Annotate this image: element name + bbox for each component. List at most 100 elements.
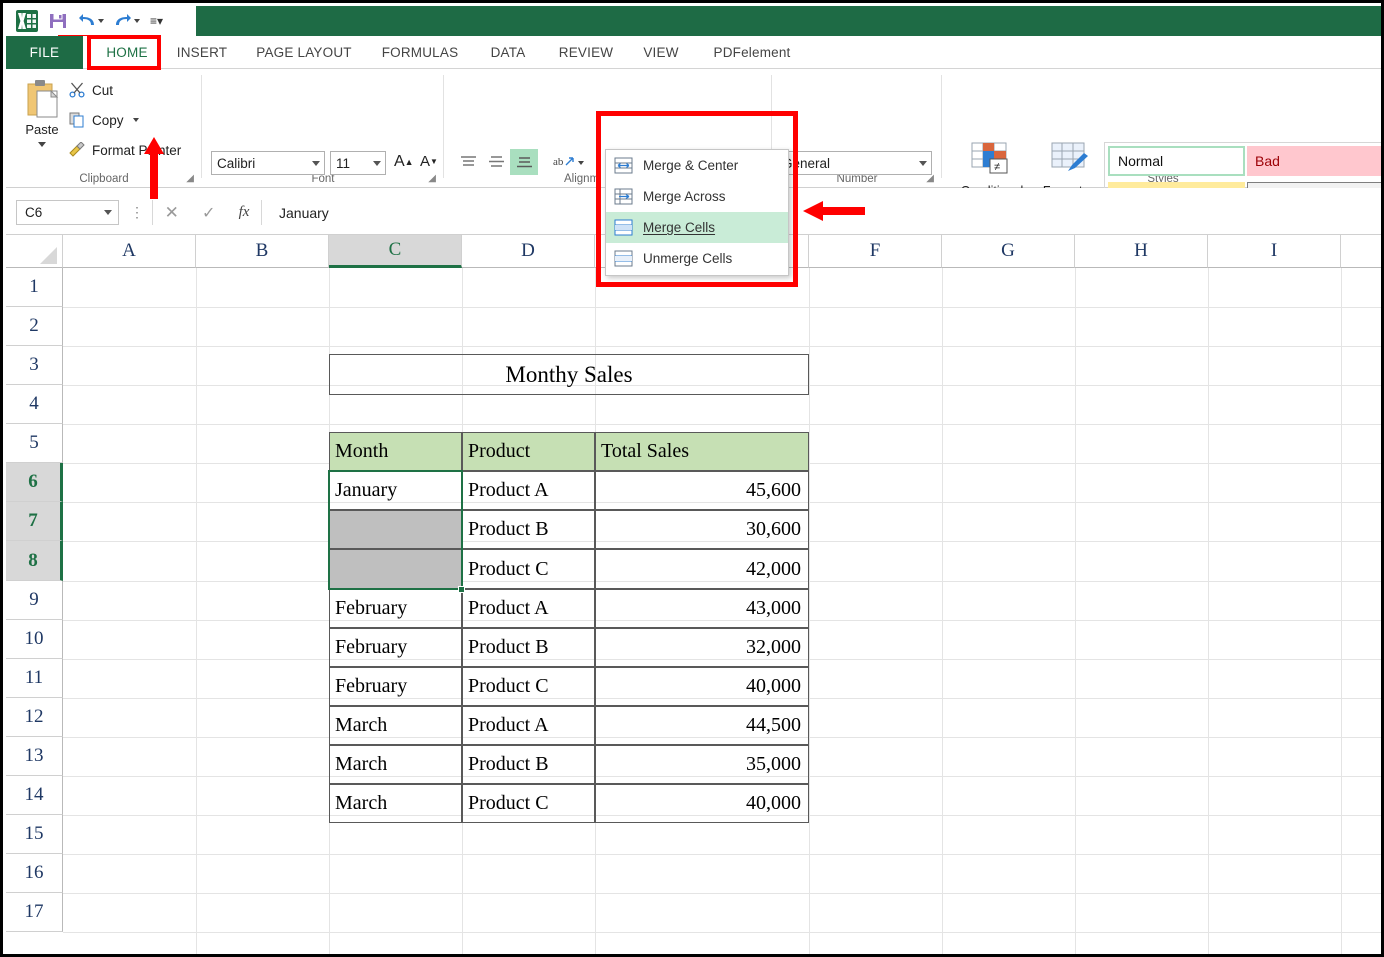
menu-item-merge-cells[interactable]: Merge Cells [606,212,788,243]
column-header-g[interactable]: G [942,235,1075,268]
tab-page-layout[interactable]: PAGE LAYOUT [242,36,366,69]
cut-button[interactable]: Cut [68,81,113,99]
cell-c14-month[interactable]: March [329,784,462,823]
cell-c11-month[interactable]: February [329,667,462,706]
cell-c7-month[interactable] [329,510,462,549]
clipboard-dialog-launcher-icon[interactable]: ◢ [186,173,194,184]
row-header-16[interactable]: 16 [6,854,63,893]
cell-d8-product[interactable]: Product C [462,549,595,589]
menu-item-merge-across[interactable]: Merge Across [606,181,788,212]
copy-button[interactable]: Copy [68,111,139,129]
number-format-caret-icon[interactable] [919,161,927,166]
row-header-12[interactable]: 12 [6,698,63,737]
column-header-c[interactable]: C [329,235,462,268]
cell-c13-month[interactable]: March [329,745,462,784]
tab-data[interactable]: DATA [476,36,540,69]
selection-fill-handle[interactable] [458,586,465,593]
insert-function-icon[interactable]: fx [239,204,250,221]
cell-d11-product[interactable]: Product C [462,667,595,706]
tab-view[interactable]: VIEW [632,36,690,69]
number-format-combo[interactable]: General [776,151,932,175]
row-header-10[interactable]: 10 [6,620,63,659]
cell-header-month[interactable]: Month [329,432,462,471]
grow-font-icon[interactable]: A ▲ [394,153,414,171]
column-header-j[interactable] [1341,235,1381,268]
align-bottom-icon[interactable] [510,149,538,175]
save-icon[interactable] [48,11,68,31]
font-size-combo[interactable]: 11 [330,151,386,175]
row-header-4[interactable]: 4 [6,385,63,424]
column-header-i[interactable]: I [1208,235,1341,268]
cancel-icon[interactable]: ✕ [165,203,179,223]
cell-e14-sales[interactable]: 40,000 [595,784,809,823]
row-header-11[interactable]: 11 [6,659,63,698]
tab-home[interactable]: HOME [94,36,160,69]
cell-d13-product[interactable]: Product B [462,745,595,784]
row-header-7[interactable]: 7 [6,502,63,541]
cell-e7-sales[interactable]: 30,600 [595,510,809,549]
cell-c12-month[interactable]: March [329,706,462,745]
cell-e11-sales[interactable]: 40,000 [595,667,809,706]
column-header-f[interactable]: F [809,235,942,268]
cell-e8-sales[interactable]: 42,000 [595,549,809,589]
row-header-9[interactable]: 9 [6,581,63,620]
row-header-17[interactable]: 17 [6,893,63,932]
column-header-h[interactable]: H [1075,235,1208,268]
name-box[interactable]: C6 [16,200,119,225]
cell-e9-sales[interactable]: 43,000 [595,589,809,628]
menu-item-merge-center[interactable]: Merge & Center [606,150,788,181]
enter-icon[interactable]: ✓ [202,203,215,223]
cell-c9-month[interactable]: February [329,589,462,628]
tab-formulas[interactable]: FORMULAS [368,36,472,69]
row-header-1[interactable]: 1 [6,268,63,307]
cell-d10-product[interactable]: Product B [462,628,595,667]
menu-item-unmerge-cells[interactable]: Unmerge Cells [606,243,788,274]
column-header-b[interactable]: B [196,235,329,268]
tab-pdfelement[interactable]: PDFelement [694,36,810,69]
cell-title-monthly-sales[interactable]: Monthy Sales [329,354,809,395]
cell-e6-sales[interactable]: 45,600 [595,471,809,510]
cell-e10-sales[interactable]: 32,000 [595,628,809,667]
row-header-5[interactable]: 5 [6,424,63,463]
align-middle-icon[interactable] [484,151,509,173]
font-name-combo[interactable]: Calibri [211,151,325,175]
copy-dropdown-caret-icon[interactable] [132,118,139,122]
orientation-caret-icon[interactable] [578,161,584,165]
row-header-13[interactable]: 13 [6,737,63,776]
paste-dropdown-caret-icon[interactable] [38,142,46,147]
cell-style-bad[interactable]: Bad [1247,146,1381,176]
cell-e12-sales[interactable]: 44,500 [595,706,809,745]
column-header-a[interactable]: A [63,235,196,268]
tab-review[interactable]: REVIEW [544,36,628,69]
font-name-caret-icon[interactable] [312,161,320,166]
redo-icon[interactable] [114,13,140,29]
align-top-icon[interactable] [456,151,481,173]
cell-d6-product[interactable]: Product A [462,471,595,510]
row-header-14[interactable]: 14 [6,776,63,815]
font-dialog-launcher-icon[interactable]: ◢ [428,173,436,184]
font-size-caret-icon[interactable] [373,161,381,166]
cell-d12-product[interactable]: Product A [462,706,595,745]
column-header-d[interactable]: D [462,235,595,268]
orientation-icon[interactable]: ab [548,151,580,173]
paste-button[interactable]: Paste [14,77,70,169]
name-box-caret-icon[interactable] [104,210,112,215]
cell-e13-sales[interactable]: 35,000 [595,745,809,784]
row-header-8[interactable]: 8 [6,541,63,581]
cell-c6-month[interactable]: January [329,471,462,510]
tab-insert[interactable]: INSERT [166,36,238,69]
cell-d7-product[interactable]: Product B [462,510,595,549]
cell-c8-month[interactable] [329,549,462,589]
row-header-3[interactable]: 3 [6,346,63,385]
cell-header-product[interactable]: Product [462,432,595,471]
cell-c10-month[interactable]: February [329,628,462,667]
spreadsheet-grid[interactable]: A B C D E F G H I 1 2 3 4 5 6 7 8 9 10 1… [6,235,1381,954]
row-header-15[interactable]: 15 [6,815,63,854]
cell-style-normal[interactable]: Normal [1108,146,1245,176]
cell-d9-product[interactable]: Product A [462,589,595,628]
shrink-font-icon[interactable]: A ▼ [420,153,438,170]
customize-qat-icon[interactable]: ≡▾ [150,14,163,28]
tab-file[interactable]: FILE [6,36,83,69]
row-header-6[interactable]: 6 [6,463,63,502]
undo-icon[interactable] [78,13,104,29]
